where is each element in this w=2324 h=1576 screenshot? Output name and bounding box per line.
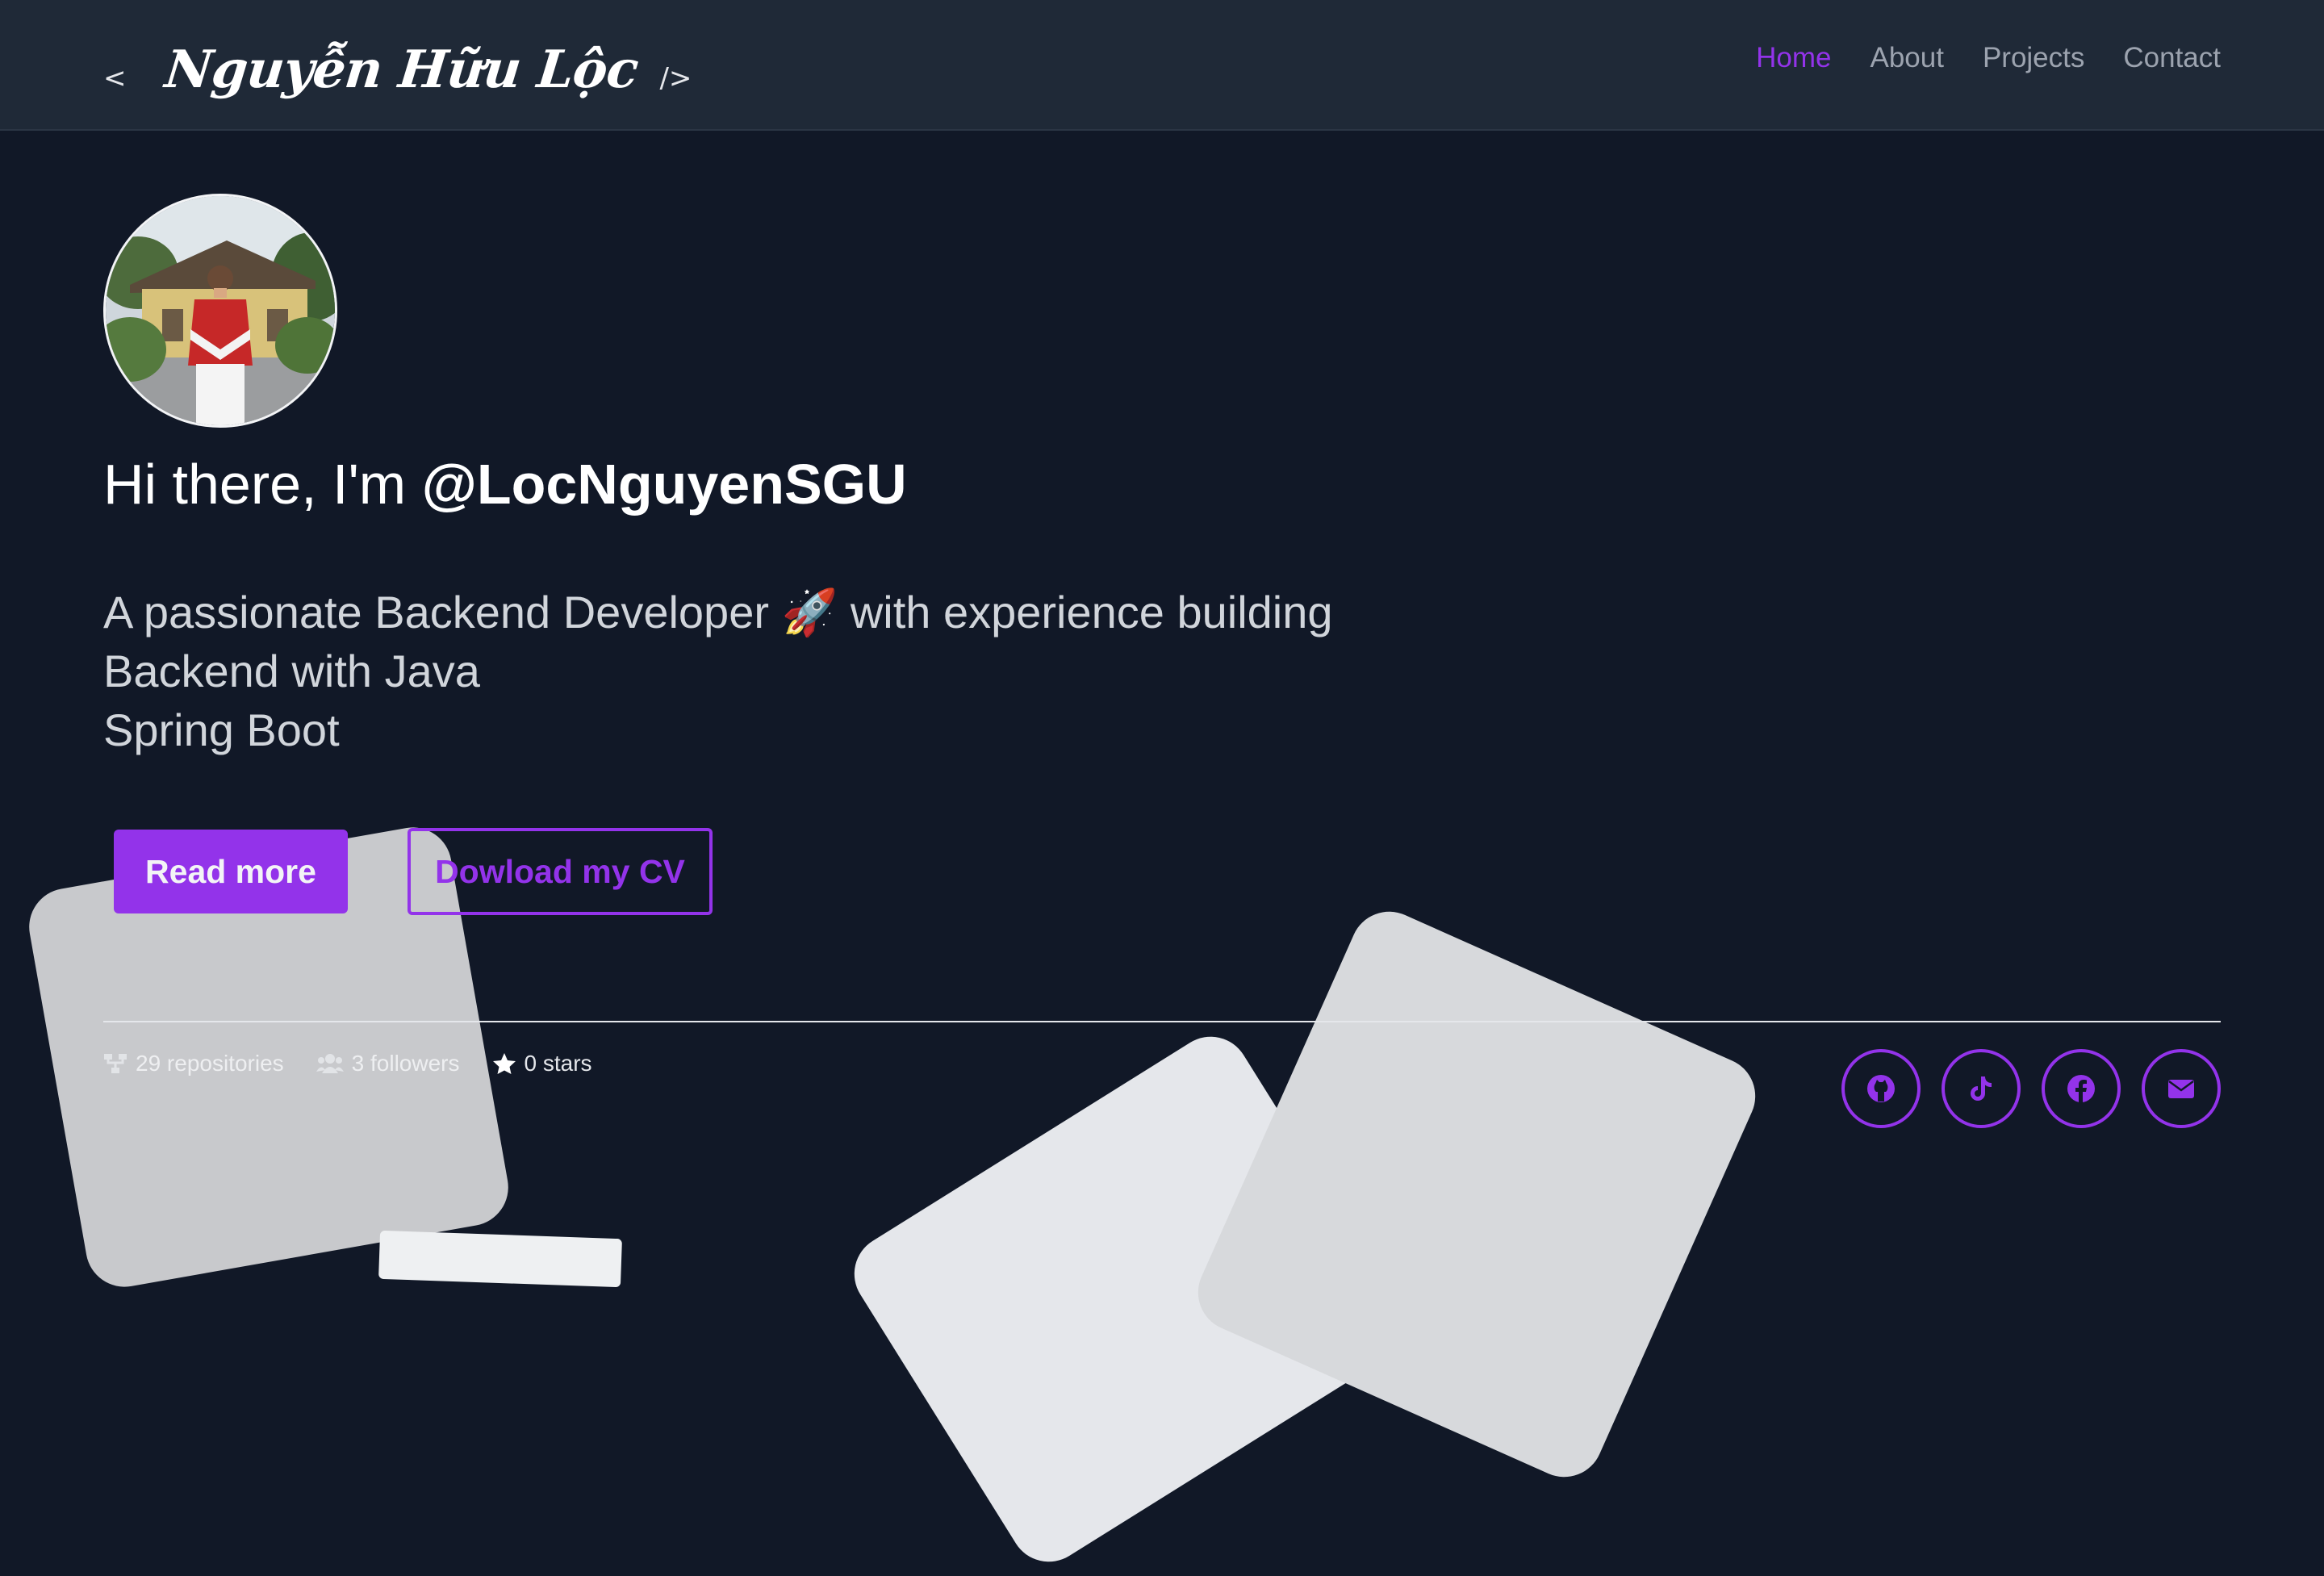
main-nav: Home About Projects Contact xyxy=(1756,42,2221,74)
facebook-link[interactable] xyxy=(2042,1049,2121,1128)
email-icon xyxy=(2168,1080,2194,1098)
email-link[interactable] xyxy=(2142,1049,2221,1128)
github-icon xyxy=(1867,1075,1895,1102)
hero-avatar-wrap xyxy=(103,194,337,428)
logo[interactable]: < Nguyễn Hữu Lộc /> xyxy=(103,29,692,110)
hero-handle: @LocNguyenSGU xyxy=(421,453,907,516)
avatar xyxy=(103,194,337,428)
tiktok-icon xyxy=(1971,1076,1992,1101)
tagline-line: Backend with Java xyxy=(103,646,480,696)
hero-greeting: Hi there, I'm xyxy=(103,453,407,516)
star-icon xyxy=(492,1053,516,1074)
download-cv-button[interactable]: Dowload my CV xyxy=(408,828,713,915)
stat-stars: 0 stars xyxy=(492,1051,592,1076)
nav-home[interactable]: Home xyxy=(1756,42,1831,74)
logo-open-bracket: < xyxy=(103,62,127,94)
tiktok-link[interactable] xyxy=(1942,1049,2021,1128)
nav-about[interactable]: About xyxy=(1870,42,1943,74)
logo-name: Nguyễn Hữu Lộc xyxy=(161,39,641,100)
hero-headline: Hi there, I'm @LocNguyenSGU xyxy=(103,452,907,516)
site-header: < Nguyễn Hữu Lộc /> Home About Projects … xyxy=(0,0,2324,131)
read-more-button[interactable]: Read more xyxy=(114,830,348,913)
nav-projects[interactable]: Projects xyxy=(1983,42,2084,74)
social-links xyxy=(1841,1049,2221,1128)
hero-tagline: A passionate Backend Developer 🚀 with ex… xyxy=(103,583,1394,759)
stat-stars-label: 0 stars xyxy=(524,1051,592,1076)
nav-contact[interactable]: Contact xyxy=(2123,42,2221,74)
stat-repositories-label: 29 repositories xyxy=(136,1051,284,1076)
stat-followers-label: 3 followers xyxy=(351,1051,460,1076)
repository-fork-icon xyxy=(104,1054,127,1073)
users-icon xyxy=(316,1054,344,1073)
github-stats: 29 repositories 3 followers 0 stars xyxy=(103,1051,592,1076)
logo-close-bracket: /> xyxy=(659,62,692,94)
decorative-shape xyxy=(378,1230,622,1288)
tagline-line: A passionate Backend Developer 🚀 with ex… xyxy=(103,587,1333,638)
stat-repositories: 29 repositories xyxy=(103,1051,284,1076)
github-link[interactable] xyxy=(1841,1049,1921,1128)
facebook-icon xyxy=(2067,1075,2095,1102)
divider xyxy=(103,1021,2221,1022)
tagline-line: Spring Boot xyxy=(103,704,340,755)
stat-followers: 3 followers xyxy=(316,1051,460,1076)
